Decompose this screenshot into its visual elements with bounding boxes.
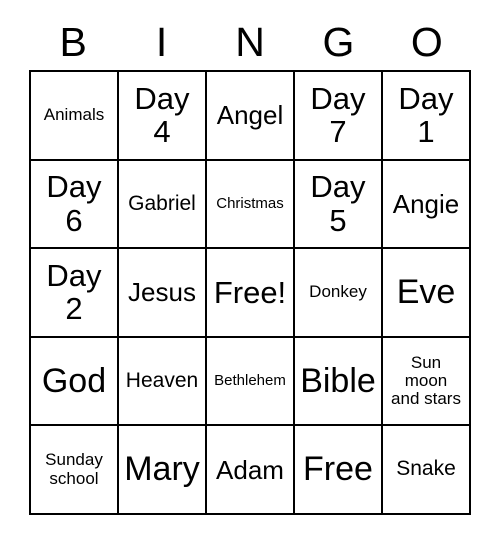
bingo-cell[interactable]: Bethlehem	[207, 337, 295, 427]
bingo-cell-label: Sun moon and stars	[391, 352, 461, 409]
bingo-cell-label: Heaven	[125, 368, 199, 392]
bingo-cell-label: God	[41, 361, 107, 400]
bingo-cell[interactable]: Bible	[295, 337, 383, 427]
bingo-cell[interactable]: Day 6	[31, 160, 119, 250]
bingo-cell-label: Free!	[213, 274, 287, 310]
bingo-cell[interactable]: Snake	[383, 426, 471, 515]
bingo-cell[interactable]: Day 5	[295, 160, 383, 250]
bingo-row: God Heaven Bethlehem Bible Sun moon and …	[31, 337, 471, 427]
bingo-cell-label: Donkey	[309, 282, 367, 302]
bingo-cell[interactable]: Sunday school	[31, 426, 119, 515]
bingo-header-letter-o: O	[410, 18, 443, 65]
bingo-cell[interactable]: Angie	[383, 160, 471, 250]
bingo-header-letter-b: B	[59, 18, 87, 65]
bingo-cell-label: Day 2	[46, 258, 102, 327]
bingo-cell[interactable]: Christmas	[207, 160, 295, 250]
bingo-cell[interactable]: Mary	[119, 426, 207, 515]
bingo-cell[interactable]: Adam	[207, 426, 295, 515]
bingo-cell[interactable]: Heaven	[119, 337, 207, 427]
bingo-row: Sunday school Mary Adam Free Snake	[31, 426, 471, 515]
bingo-cell-label: Angel	[216, 100, 284, 131]
bingo-cell[interactable]: Day 2	[31, 249, 119, 338]
bingo-cell-label: Day 6	[46, 169, 102, 238]
bingo-cell[interactable]: Animals	[31, 72, 119, 161]
bingo-header-letter-n: N	[235, 18, 265, 65]
bingo-cell-label: Angie	[392, 188, 460, 219]
bingo-cell[interactable]: God	[31, 337, 119, 427]
bingo-grid: Animals Day 4 Angel Day 7 Day 1 Day 6 Ga…	[29, 70, 471, 515]
bingo-cell-label: Bible	[300, 361, 376, 400]
bingo-cell[interactable]: Day 1	[383, 72, 471, 161]
bingo-cell-label: Snake	[396, 457, 456, 481]
bingo-cell-label: Sunday school	[45, 450, 103, 488]
bingo-cell-label: Day 5	[310, 169, 366, 238]
bingo-cell[interactable]: Day 7	[295, 72, 383, 161]
bingo-cell-label: Mary	[124, 450, 200, 489]
bingo-cell-label: Bethlehem	[214, 371, 286, 389]
bingo-cell-free[interactable]: Free!	[207, 249, 295, 338]
bingo-row: Day 2 Jesus Free! Donkey Eve	[31, 249, 471, 338]
bingo-cell-label: Christmas	[216, 194, 284, 212]
bingo-header-letter-i: I	[155, 18, 168, 65]
bingo-cell-label: Animals	[43, 105, 105, 125]
bingo-cell[interactable]: Day 4	[119, 72, 207, 161]
bingo-cell-label: Jesus	[128, 277, 196, 308]
bingo-cell-label: Day 1	[398, 80, 454, 150]
bingo-cell-label: Adam	[216, 454, 284, 485]
bingo-cell-label: Day 7	[310, 80, 366, 150]
bingo-cell[interactable]: Sun moon and stars	[383, 337, 471, 427]
bingo-cell[interactable]: Donkey	[295, 249, 383, 338]
bingo-row: Day 6 Gabriel Christmas Day 5 Angie	[31, 160, 471, 250]
bingo-cell[interactable]: Gabriel	[119, 160, 207, 250]
bingo-row: Animals Day 4 Angel Day 7 Day 1	[31, 72, 471, 161]
bingo-cell-free[interactable]: Free	[295, 426, 383, 515]
bingo-card: B I N G O Animals Day 4 Angel Day 7 Day …	[29, 14, 471, 515]
bingo-cell-label: Eve	[396, 273, 456, 312]
bingo-cell-label: Day 4	[134, 80, 190, 150]
bingo-cell-label: Gabriel	[128, 191, 196, 215]
bingo-header-letter-g: G	[322, 18, 355, 65]
bingo-cell-label: Free	[303, 450, 373, 489]
bingo-cell[interactable]: Jesus	[119, 249, 207, 338]
bingo-cell[interactable]: Angel	[207, 72, 295, 161]
bingo-cell[interactable]: Eve	[383, 249, 471, 338]
bingo-header-row: B I N G O	[29, 14, 471, 70]
